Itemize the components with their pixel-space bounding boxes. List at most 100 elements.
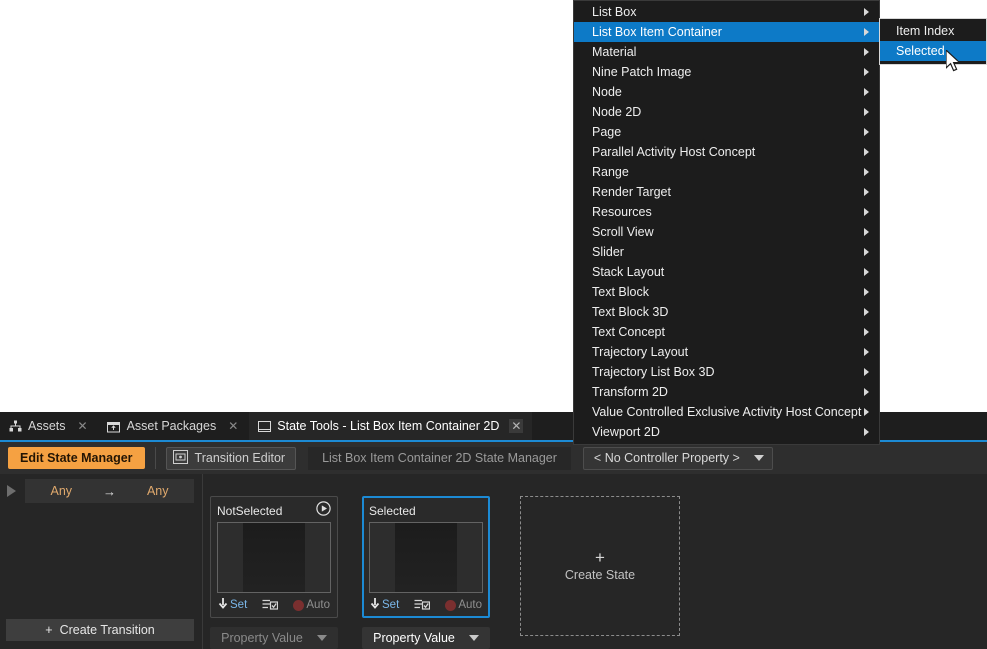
menu-item[interactable]: Range	[574, 162, 879, 182]
tab-state-tools-list-box-item-container-2d[interactable]: State Tools - List Box Item Container 2D…	[249, 412, 532, 440]
menu-item[interactable]: Parallel Activity Host Concept	[574, 142, 879, 162]
chevron-right-icon	[864, 228, 869, 236]
set-label: Set	[382, 599, 399, 611]
menu-item[interactable]: List Box Item Container	[574, 22, 879, 42]
property-value-label: Property Value	[373, 631, 455, 645]
menu-item-label: Transform 2D	[592, 385, 668, 399]
preview-play-icon[interactable]	[316, 501, 331, 521]
transition-pill[interactable]: Any → Any	[25, 479, 194, 503]
menu-item[interactable]: Nine Patch Image	[574, 62, 879, 82]
state-column: Selected Set Auto Property Value	[362, 496, 490, 649]
menu-item[interactable]: Scroll View	[574, 222, 879, 242]
tab-asset-packages[interactable]: Asset Packages ✕	[99, 412, 250, 440]
menu-item[interactable]: Node 2D	[574, 102, 879, 122]
create-state-button[interactable]: +Create State	[520, 496, 680, 636]
menu-item-label: Node 2D	[592, 105, 641, 119]
property-value-dropdown[interactable]: Property Value	[362, 627, 490, 649]
menu-item[interactable]: Transform 2D	[574, 382, 879, 402]
menu-item-label: Parallel Activity Host Concept	[592, 145, 755, 159]
properties-list-icon[interactable]	[414, 599, 430, 612]
menu-item[interactable]: Node	[574, 82, 879, 102]
menu-item[interactable]: Stack Layout	[574, 262, 879, 282]
menu-item-label: Trajectory List Box 3D	[592, 365, 715, 379]
submenu-item-label: Item Index	[896, 24, 954, 38]
state-card[interactable]: Selected Set Auto	[362, 496, 490, 618]
menu-item[interactable]: Resources	[574, 202, 879, 222]
transition-row[interactable]: Any → Any	[3, 479, 194, 503]
panel-divider	[202, 474, 203, 649]
play-icon[interactable]	[7, 485, 16, 497]
close-icon[interactable]: ✕	[226, 419, 240, 433]
hierarchy-icon	[8, 419, 22, 433]
state-name: Selected	[369, 504, 416, 518]
chevron-right-icon	[864, 48, 869, 56]
chevron-right-icon	[864, 68, 869, 76]
menu-item[interactable]: List Box	[574, 2, 879, 22]
close-icon[interactable]: ✕	[76, 419, 90, 433]
menu-item[interactable]: Text Block 3D	[574, 302, 879, 322]
menu-item[interactable]: Material	[574, 42, 879, 62]
state-preview-thumbnail	[217, 522, 331, 593]
auto-button[interactable]: Auto	[293, 599, 330, 611]
chevron-right-icon	[864, 288, 869, 296]
state-preview-thumbnail	[369, 522, 483, 593]
menu-item-label: Node	[592, 85, 622, 99]
menu-item-label: Text Block	[592, 285, 649, 299]
record-icon	[293, 600, 304, 611]
chevron-right-icon	[864, 348, 869, 356]
menu-item[interactable]: Trajectory Layout	[574, 342, 879, 362]
controller-property-dropdown[interactable]: < No Controller Property >	[583, 447, 773, 470]
state-card[interactable]: NotSelected Set Auto	[210, 496, 338, 618]
arrow-right-icon: →	[103, 484, 116, 499]
state-name: NotSelected	[217, 504, 282, 518]
chevron-right-icon	[864, 248, 869, 256]
menu-item[interactable]: Value Controlled Exclusive Activity Host…	[574, 402, 879, 422]
app-root: Assets✕Asset Packages✕State Tools - List…	[0, 0, 987, 649]
menu-item[interactable]: Trajectory List Box 3D	[574, 362, 879, 382]
chevron-right-icon	[864, 148, 869, 156]
property-value-dropdown[interactable]: Property Value	[210, 627, 338, 649]
state-manager-name-field: List Box Item Container 2D State Manager	[308, 447, 571, 470]
create-transition-button[interactable]: + Create Transition	[6, 619, 194, 641]
menu-item-label: Resources	[592, 205, 652, 219]
menu-item-label: Material	[592, 45, 636, 59]
states-area: NotSelectedSetAutoProperty ValueSelected…	[210, 474, 987, 649]
transition-editor-button[interactable]: Transition Editor	[166, 447, 297, 470]
transition-editor-icon	[173, 450, 188, 467]
set-button[interactable]: Set	[218, 598, 247, 613]
chevron-down-icon	[469, 635, 479, 641]
menu-item-label: Value Controlled Exclusive Activity Host…	[592, 405, 861, 419]
submenu-item[interactable]: Selected	[880, 41, 986, 61]
menu-item[interactable]: Text Block	[574, 282, 879, 302]
menu-item-label: Page	[592, 125, 621, 139]
chevron-right-icon	[864, 188, 869, 196]
menu-item-label: Text Block 3D	[592, 305, 668, 319]
properties-list-icon[interactable]	[262, 599, 278, 612]
chevron-right-icon	[864, 428, 869, 436]
tab-assets[interactable]: Assets ✕	[0, 412, 99, 440]
menu-item-label: Viewport 2D	[592, 425, 660, 439]
chevron-right-icon	[864, 268, 869, 276]
auto-button[interactable]: Auto	[445, 599, 482, 611]
tab-label: Asset Packages	[127, 419, 217, 433]
menu-item[interactable]: Page	[574, 122, 879, 142]
close-icon[interactable]: ✕	[509, 419, 523, 433]
submenu-item[interactable]: Item Index	[880, 21, 986, 41]
menu-item-label: Stack Layout	[592, 265, 664, 279]
chevron-down-icon	[317, 635, 327, 641]
chevron-right-icon	[864, 408, 869, 416]
chevron-right-icon	[864, 388, 869, 396]
record-icon	[445, 600, 456, 611]
submenu-item-label: Selected	[896, 44, 945, 58]
create-transition-label: Create Transition	[60, 623, 155, 637]
menu-item-label: Nine Patch Image	[592, 65, 691, 79]
tab-label: Assets	[28, 419, 66, 433]
menu-item[interactable]: Slider	[574, 242, 879, 262]
plus-icon: +	[45, 623, 52, 637]
menu-item[interactable]: Render Target	[574, 182, 879, 202]
menu-item[interactable]: Text Concept	[574, 322, 879, 342]
edit-state-manager-button[interactable]: Edit State Manager	[8, 447, 145, 469]
menu-item[interactable]: Viewport 2D	[574, 422, 879, 442]
set-button[interactable]: Set	[370, 598, 399, 613]
menu-item-label: List Box	[592, 5, 636, 19]
